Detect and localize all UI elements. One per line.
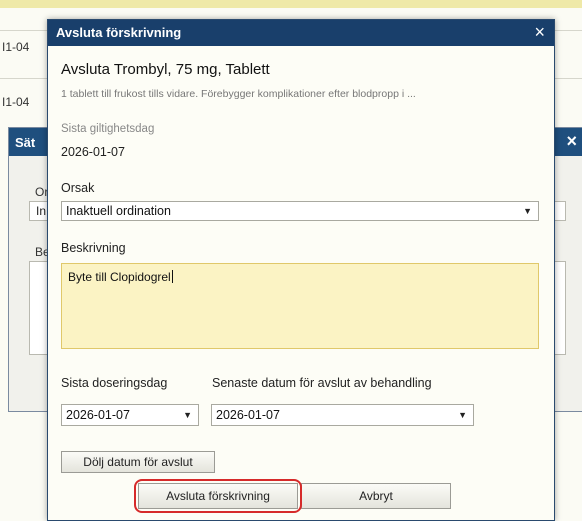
description-label: Beskrivning [61, 241, 126, 255]
dialog-titlebar: Avsluta förskrivning × [48, 20, 554, 46]
background-select-value: In [36, 204, 47, 218]
last-dosing-day-label: Sista doseringsdag [61, 376, 168, 390]
hide-end-dates-button[interactable]: Dölj datum för avslut [61, 451, 215, 473]
text-caret [171, 270, 173, 283]
medication-heading: Avsluta Trombyl, 75 mg, Tablett [61, 61, 270, 78]
description-textarea[interactable]: Byte till Clopidogrel [61, 263, 539, 349]
highlight-annotation [134, 479, 302, 513]
last-valid-date-label: Sista giltighetsdag [61, 123, 155, 135]
close-icon[interactable]: × [534, 22, 545, 42]
background-dialog-title: Sät [15, 135, 36, 150]
chevron-down-icon: ▼ [183, 410, 192, 420]
chevron-down-icon: ▼ [458, 410, 467, 420]
dialog-title: Avsluta förskrivning [56, 25, 182, 40]
latest-end-date-value: 2026-01-07 [216, 408, 280, 422]
latest-end-date-label: Senaste datum för avslut av behandling [212, 376, 432, 390]
cancel-button[interactable]: Avbryt [301, 483, 451, 509]
last-dosing-day-select[interactable]: 2026-01-07 ▼ [61, 404, 199, 426]
description-text: Byte till Clopidogrel [68, 270, 171, 284]
end-prescription-dialog: Avsluta förskrivning × Avsluta Trombyl, … [47, 19, 555, 521]
dosage-instructions: 1 tablett till frukost tills vidare. För… [61, 88, 416, 100]
latest-end-date-select[interactable]: 2026-01-07 ▼ [211, 404, 474, 426]
background-grid-header [0, 0, 582, 8]
chevron-down-icon: ▼ [523, 206, 532, 216]
reason-label: Orsak [61, 181, 95, 195]
background-row-date: I1-04 [2, 40, 30, 54]
last-dosing-day-value: 2026-01-07 [66, 408, 130, 422]
close-icon[interactable]: × [566, 131, 577, 152]
reason-select-value: Inaktuell ordination [66, 204, 171, 218]
last-valid-date-value: 2026-01-07 [61, 145, 125, 159]
background-row-date: I1-04 [2, 95, 30, 109]
reason-select[interactable]: Inaktuell ordination ▼ [61, 201, 539, 221]
